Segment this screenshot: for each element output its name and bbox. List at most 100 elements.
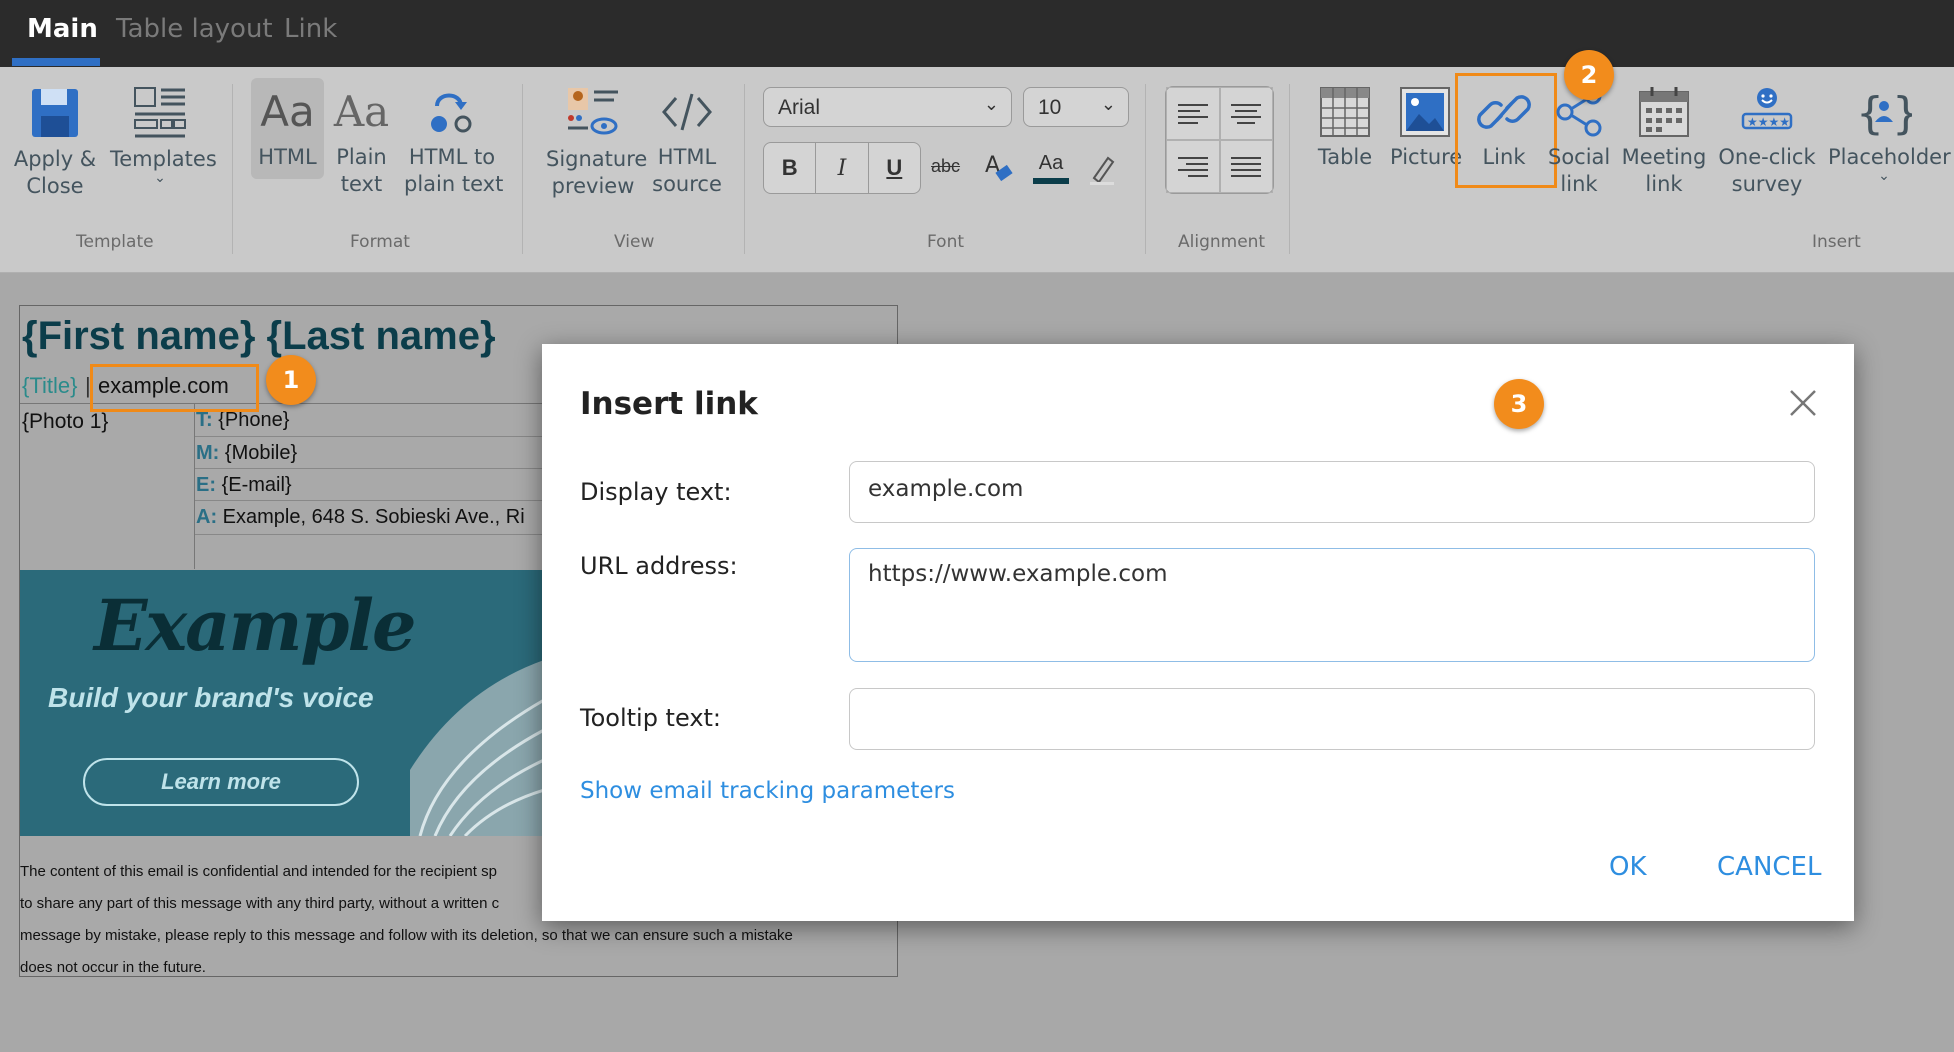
active-tab-indicator xyxy=(12,58,100,66)
insert-link-dialog: Insert link Display text: example.com UR… xyxy=(542,344,1854,921)
group-label-template: Template xyxy=(76,232,154,252)
plain-text-label: Plain text xyxy=(336,145,387,196)
contact-row-address[interactable]: A: Example, 648 S. Sobieski Ave., Ri xyxy=(196,506,525,529)
placeholder-button[interactable]: { } Placeholder ⌄ xyxy=(1828,86,1951,184)
step-badge-2: 2 xyxy=(1564,50,1614,100)
templates-label: Templates xyxy=(110,147,217,171)
tooltip-text-input[interactable] xyxy=(849,688,1815,750)
one-click-survey-button[interactable]: ★★★★ One-click survey xyxy=(1717,86,1817,198)
plain-text-button[interactable]: Aa Plain text xyxy=(330,86,393,198)
signature-preview-icon xyxy=(568,88,618,135)
tab-link[interactable]: Link xyxy=(284,14,337,44)
chevron-down-icon: ⌄ xyxy=(1878,168,1890,184)
step-badge-1: 1 xyxy=(266,355,316,405)
table-line xyxy=(194,403,195,569)
group-divider xyxy=(522,84,523,254)
group-label-insert: Insert xyxy=(1812,232,1861,252)
underline-button[interactable]: U xyxy=(869,143,920,193)
picture-icon xyxy=(1400,87,1450,137)
templates-icon xyxy=(134,87,186,138)
group-label-view: View xyxy=(614,232,655,252)
show-tracking-parameters-link[interactable]: Show email tracking parameters xyxy=(580,778,955,804)
step-badge-3: 3 xyxy=(1494,379,1544,429)
signature-preview-label: Signature preview xyxy=(546,147,648,198)
group-divider xyxy=(1289,84,1290,254)
social-link-button[interactable]: Social link xyxy=(1548,86,1610,198)
contact-key: T: xyxy=(196,409,213,431)
insert-table-button[interactable]: Table xyxy=(1312,86,1378,171)
disclaimer-line: message by mistake, please reply to this… xyxy=(20,927,793,944)
group-label-alignment: Alignment xyxy=(1178,232,1266,252)
one-click-survey-label: One-click survey xyxy=(1718,145,1816,196)
align-left-button[interactable] xyxy=(1166,87,1220,140)
website-highlight xyxy=(90,364,259,412)
font-size-value: 10 xyxy=(1038,96,1062,119)
disclaimer-line: does not occur in the future. xyxy=(20,959,206,976)
signature-preview-button[interactable]: Signature preview xyxy=(546,86,647,200)
save-icon xyxy=(32,89,78,137)
align-right-icon xyxy=(1177,156,1208,177)
signature-photo-placeholder[interactable]: {Photo 1} xyxy=(22,410,108,434)
html-source-button[interactable]: HTML source xyxy=(650,86,724,198)
contact-row-email[interactable]: E: {E-mail} xyxy=(196,474,292,497)
placeholder-label: Placeholder xyxy=(1828,145,1951,169)
display-text-input[interactable]: example.com xyxy=(849,461,1815,523)
ok-button[interactable]: OK xyxy=(1609,852,1647,882)
align-right-button[interactable] xyxy=(1166,140,1220,193)
apply-close-button[interactable]: Apply & Close xyxy=(12,86,98,200)
apply-close-label: Apply & Close xyxy=(13,147,97,198)
top-tab-bar: Main Table layout Link xyxy=(0,0,1954,67)
social-link-label: Social link xyxy=(1548,145,1611,196)
plain-text-icon: Aa xyxy=(333,87,390,136)
signature-banner[interactable]: Example Build your brand's voice Learn m… xyxy=(20,570,544,836)
display-text-value: example.com xyxy=(868,476,1024,502)
placeholder-icon: { } xyxy=(1856,88,1912,138)
strikethrough-button[interactable]: abc xyxy=(931,156,960,177)
text-style-group: B I U xyxy=(763,142,921,194)
contact-row-mobile[interactable]: M: {Mobile} xyxy=(196,442,297,465)
link-button-highlight xyxy=(1455,73,1557,188)
clear-format-icon[interactable]: A xyxy=(983,150,1015,184)
tab-table-layout[interactable]: Table layout xyxy=(116,14,273,44)
meeting-link-button[interactable]: Meeting link xyxy=(1620,86,1708,198)
contact-key: A: xyxy=(196,506,218,528)
group-label-format: Format xyxy=(350,232,410,252)
align-justify-icon xyxy=(1231,156,1262,177)
bold-button[interactable]: B xyxy=(764,143,817,193)
align-center-icon xyxy=(1231,103,1262,124)
html-source-label: HTML source xyxy=(652,145,722,196)
html-format-button[interactable]: Aa HTML xyxy=(251,86,324,171)
insert-picture-label: Picture xyxy=(1390,145,1463,169)
italic-button[interactable]: I xyxy=(816,143,869,193)
highlight-pen-icon[interactable] xyxy=(1088,152,1118,186)
font-color-button[interactable]: Aa xyxy=(1033,152,1069,184)
insert-picture-button[interactable]: Picture xyxy=(1390,86,1463,171)
group-divider xyxy=(1145,84,1146,254)
align-left-icon xyxy=(1177,103,1208,124)
align-justify-button[interactable] xyxy=(1219,140,1273,193)
templates-button[interactable]: Templates ⌄ xyxy=(110,86,217,185)
html-to-plain-button[interactable]: HTML to plain text xyxy=(404,86,503,198)
cancel-button[interactable]: CANCEL xyxy=(1717,852,1821,882)
html-format-label: HTML xyxy=(258,145,317,169)
font-family-select[interactable]: Arial ⌄ xyxy=(763,87,1012,127)
chevron-down-icon: ⌄ xyxy=(983,94,999,114)
signature-title[interactable]: {Title} xyxy=(22,373,77,399)
tab-main[interactable]: Main xyxy=(27,14,98,44)
align-center-button[interactable] xyxy=(1219,87,1273,140)
font-size-select[interactable]: 10 ⌄ xyxy=(1023,87,1129,127)
contact-row-phone[interactable]: T: {Phone} xyxy=(196,409,289,432)
banner-brand-logo: Example xyxy=(94,584,417,667)
banner-learn-more-button[interactable]: Learn more xyxy=(83,758,359,806)
insert-table-label: Table xyxy=(1317,145,1373,169)
font-family-value: Arial xyxy=(778,96,821,119)
group-divider xyxy=(232,84,233,254)
banner-building-image xyxy=(410,660,544,836)
close-icon[interactable] xyxy=(1788,388,1818,418)
signature-name[interactable]: {First name} {Last name} xyxy=(22,314,496,359)
contact-key: M: xyxy=(196,442,220,464)
code-icon xyxy=(662,93,712,131)
meeting-link-label: Meeting link xyxy=(1621,145,1707,196)
table-icon xyxy=(1320,87,1370,137)
url-address-input[interactable]: https://www.example.com xyxy=(849,548,1815,662)
